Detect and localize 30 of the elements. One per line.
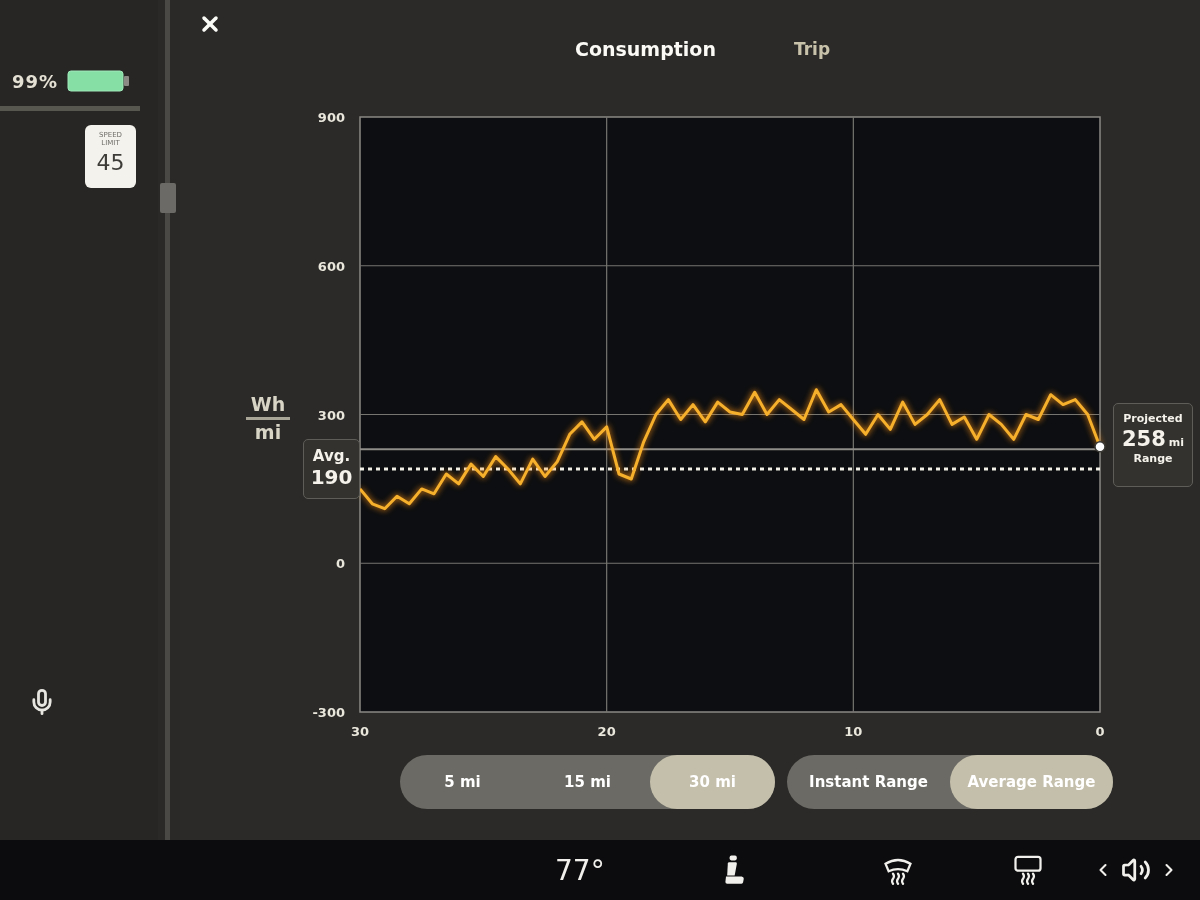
average-label: Avg. — [312, 447, 351, 466]
x-tick-label: 0 — [1095, 724, 1105, 739]
projected-caption: Range — [1133, 452, 1173, 467]
speed-limit-value: 45 — [96, 150, 125, 176]
current-point-marker — [1094, 441, 1106, 453]
distance-option[interactable]: 5 mi — [400, 755, 525, 809]
projected-label: Projected — [1123, 411, 1183, 426]
cabin-temperature[interactable]: 77° — [555, 853, 605, 887]
seat-icon[interactable] — [722, 855, 747, 885]
distance-option[interactable]: 15 mi — [525, 755, 650, 809]
battery-percent: 99% — [12, 70, 59, 92]
x-tick-label: 20 — [597, 724, 616, 739]
unit-numerator: Wh — [250, 394, 286, 415]
x-tick-label: 30 — [350, 724, 370, 739]
tab[interactable]: Consumption — [575, 38, 716, 60]
projected-unit: mi — [1168, 436, 1185, 451]
unit-denominator: mi — [254, 421, 282, 443]
y-tick-label: 600 — [317, 258, 345, 274]
projected-value: 258 — [1121, 426, 1166, 453]
y-tick-label: 0 — [335, 556, 345, 572]
tab[interactable]: Trip — [793, 38, 831, 60]
y-tick-label: 900 — [317, 110, 345, 125]
y-tick-label: 300 — [317, 407, 345, 423]
rear-defrost-icon[interactable] — [1012, 855, 1043, 885]
range-mode-option[interactable]: Instant Range — [787, 755, 950, 809]
y-tick-label: -300 — [312, 705, 345, 720]
average-value: 190 — [310, 465, 353, 491]
battery-icon — [67, 70, 130, 92]
scrollbar-handle[interactable] — [160, 183, 176, 213]
x-tick-label: 10 — [844, 724, 863, 739]
